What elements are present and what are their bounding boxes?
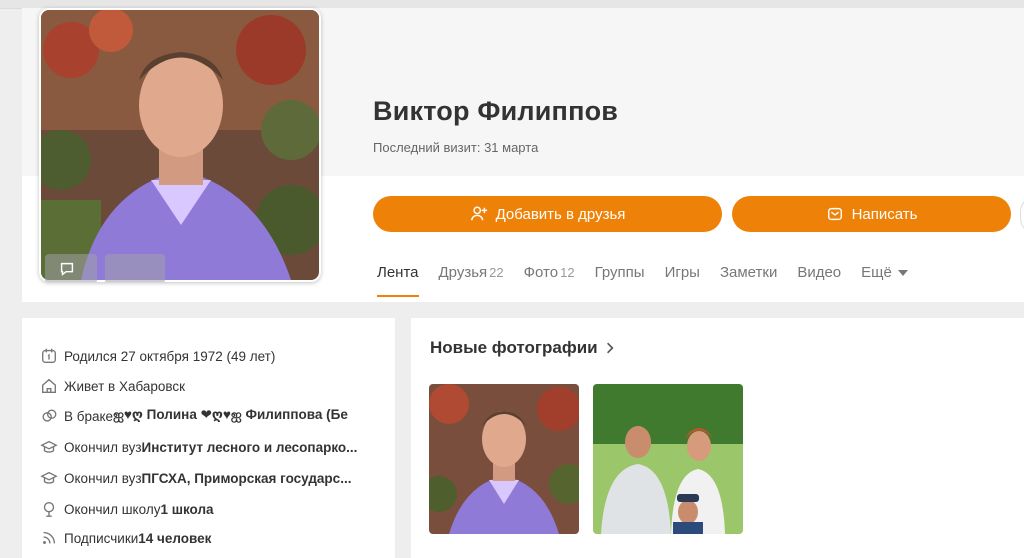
info-location: Живет в Хабаровск	[40, 377, 385, 395]
info-marriage[interactable]: В браке ஐ♥ღ Полина ❤ღ♥ஐ Филиппова (Бе	[40, 407, 385, 425]
profile-avatar[interactable]	[39, 8, 321, 282]
info-subscribers[interactable]: Подписчики 14 человек	[40, 529, 385, 547]
tab-video[interactable]: Видео	[797, 264, 841, 297]
school-icon	[43, 502, 55, 517]
school-link[interactable]: 1 школа	[160, 502, 213, 517]
university-1-link[interactable]: Институт лесного и лесопарко...	[142, 440, 358, 455]
add-friend-label: Добавить в друзья	[495, 205, 626, 223]
home-icon	[42, 378, 56, 393]
about-card: Родился 27 октября 1972 (49 лет) Живет в…	[22, 318, 395, 558]
profile-name: Виктор Филиппов	[373, 96, 619, 126]
photo-thumbnail[interactable]	[429, 384, 579, 534]
friends-count: 22	[489, 265, 504, 280]
comment-icon	[60, 262, 74, 276]
spouse-link[interactable]: ஐ♥ღ Полина ❤ღ♥ஐ Филиппова (Бе	[113, 407, 348, 425]
graduation-cap-icon	[40, 440, 58, 453]
tab-feed[interactable]: Лента	[377, 264, 419, 297]
info-birthday: Родился 27 октября 1972 (49 лет)	[40, 347, 385, 365]
rss-icon	[43, 531, 56, 544]
university-2-link[interactable]: ПГСХА, Приморская государс...	[142, 471, 352, 486]
tab-photos[interactable]: Фото 12	[524, 264, 575, 297]
message-button[interactable]: Написать	[732, 196, 1011, 232]
subscribers-link[interactable]: 14 человек	[138, 531, 211, 546]
message-icon	[827, 207, 842, 221]
tab-groups[interactable]: Группы	[595, 264, 645, 297]
add-user-icon	[470, 206, 487, 221]
new-photos-header[interactable]: Новые фотографии	[430, 338, 614, 358]
info-university-1[interactable]: Окончил вуз Институт лесного и лесопарко…	[40, 438, 385, 456]
tab-friends[interactable]: Друзья 22	[439, 264, 504, 297]
graduation-cap-icon	[40, 471, 58, 484]
new-photos-title: Новые фотографии	[430, 338, 598, 357]
calendar-icon	[42, 348, 56, 363]
last-visit: Последний визит: 31 марта	[373, 140, 539, 155]
photos-count: 12	[560, 265, 575, 280]
avatar-like-button[interactable]	[105, 254, 165, 282]
tab-games[interactable]: Игры	[665, 264, 700, 297]
message-label: Написать	[851, 205, 918, 223]
avatar-photo	[41, 10, 319, 280]
new-photos-card: Новые фотографии	[411, 318, 1024, 558]
rings-icon	[42, 409, 57, 422]
info-university-2[interactable]: Окончил вуз ПГСХА, Приморская государс..…	[40, 469, 385, 487]
tab-more[interactable]: Ещё	[861, 264, 908, 297]
chevron-right-icon	[606, 342, 614, 354]
tab-notes[interactable]: Заметки	[720, 264, 777, 297]
profile-tabs: Лента Друзья 22 Фото 12 Группы Игры Заметк…	[377, 264, 928, 297]
photo-thumbnail[interactable]	[593, 384, 743, 534]
photo-image	[593, 384, 743, 534]
add-friend-button[interactable]: Добавить в друзья	[373, 196, 722, 232]
chevron-down-icon	[897, 270, 908, 277]
avatar-comment-button[interactable]	[45, 254, 97, 282]
info-school[interactable]: Окончил школу 1 школа	[40, 500, 385, 518]
photo-image	[429, 384, 579, 534]
